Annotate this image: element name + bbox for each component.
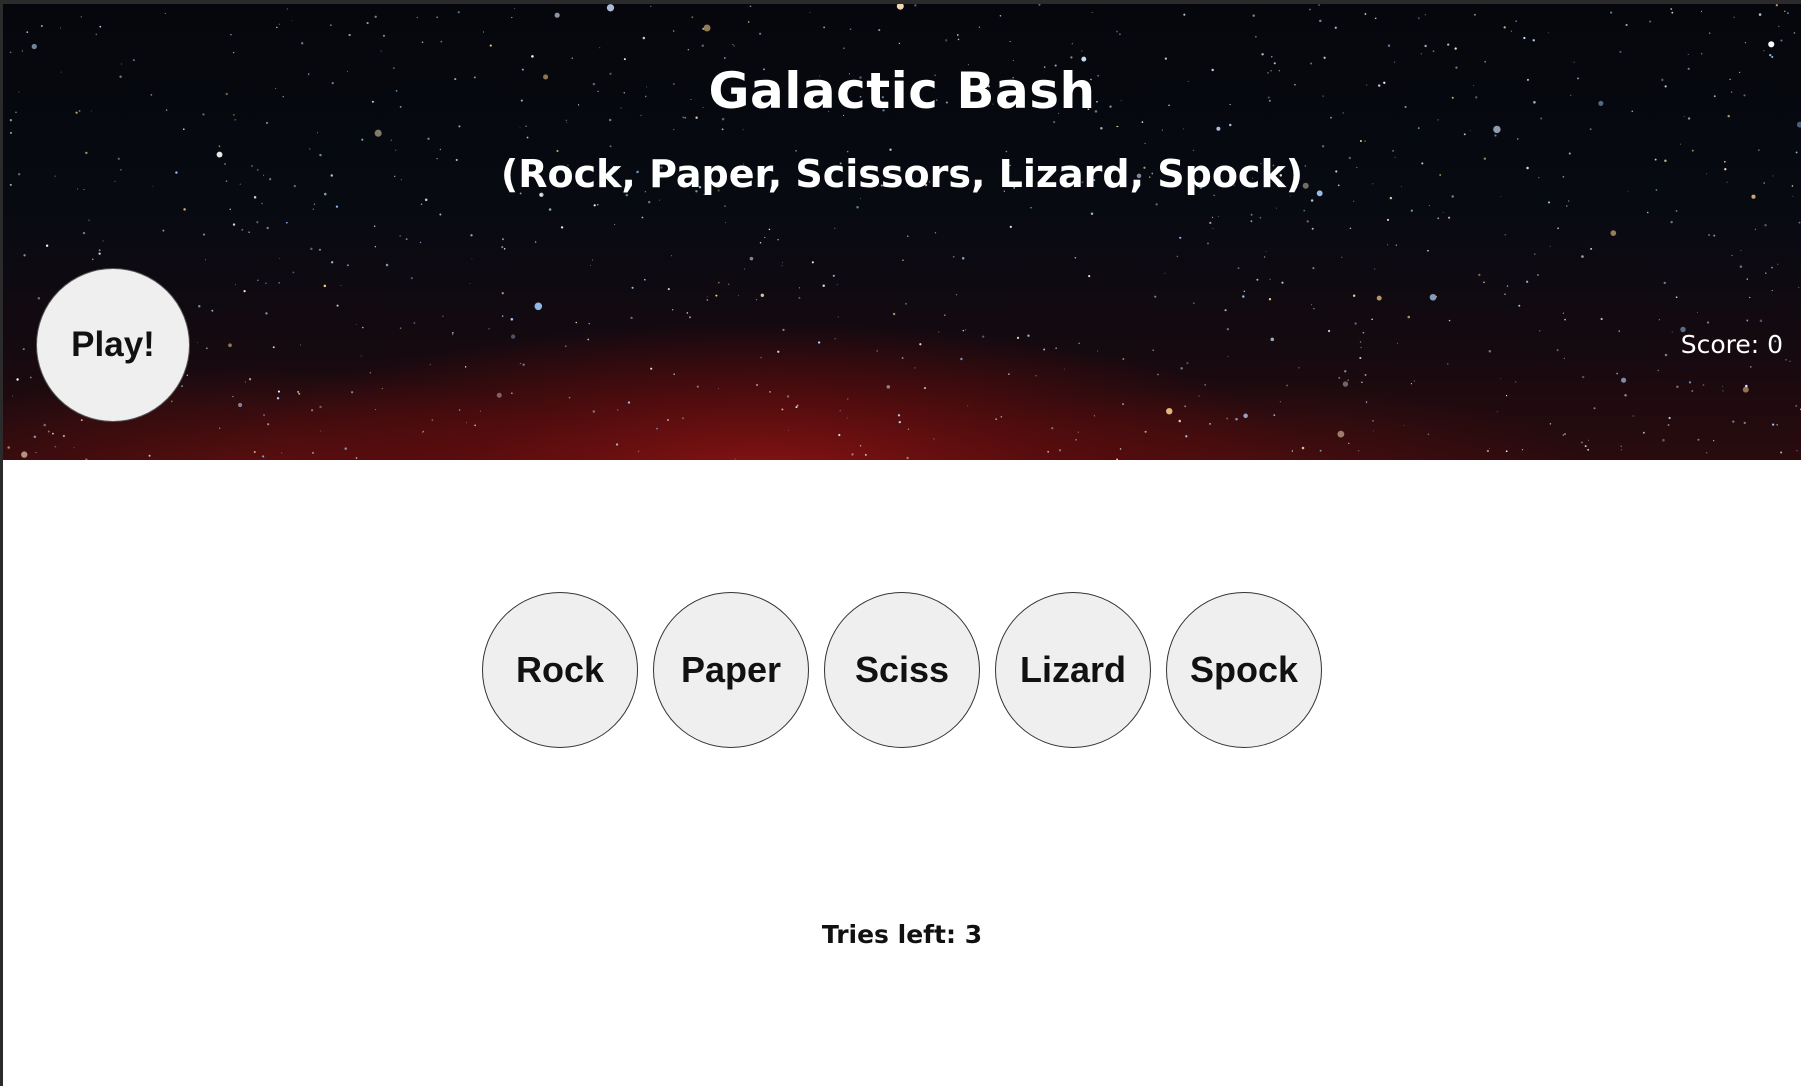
rock-button[interactable]: Rock: [482, 592, 638, 748]
paper-button[interactable]: Paper: [653, 592, 809, 748]
space-header-banner: Galactic Bash (Rock, Paper, Scissors, Li…: [3, 4, 1801, 460]
scissors-button[interactable]: Sciss: [824, 592, 980, 748]
page-subtitle: (Rock, Paper, Scissors, Lizard, Spock): [500, 152, 1304, 196]
lizard-button[interactable]: Lizard: [995, 592, 1151, 748]
tries-left-text: Tries left: 3: [821, 920, 983, 949]
app-window: Galactic Bash (Rock, Paper, Scissors, Li…: [0, 0, 1801, 1086]
choice-buttons-row: Rock Paper Sciss Lizard Spock: [3, 592, 1801, 748]
page-title: Galactic Bash: [708, 62, 1096, 120]
play-button[interactable]: Play!: [36, 268, 190, 422]
spock-button[interactable]: Spock: [1166, 592, 1322, 748]
score-display: Score: 0: [1680, 330, 1783, 359]
